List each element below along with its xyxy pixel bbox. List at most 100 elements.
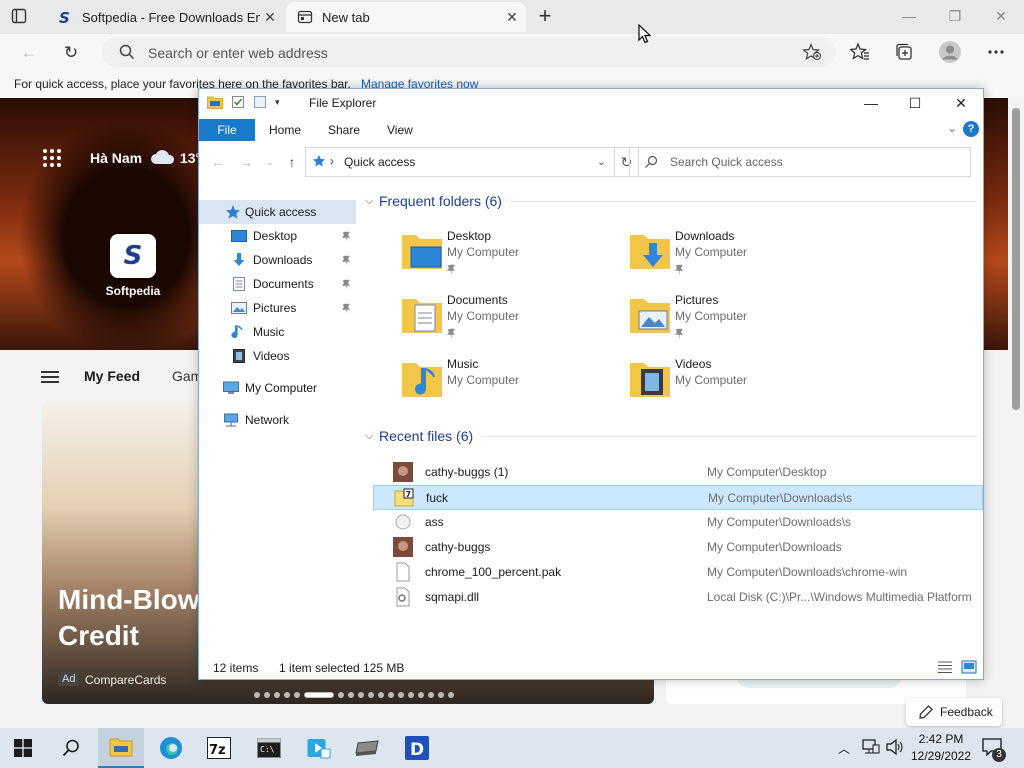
computer-icon xyxy=(223,381,239,394)
network-icon xyxy=(224,413,238,427)
recent-file-row-selected[interactable]: 7 fuck My Computer\Downloads\s xyxy=(373,485,983,510)
folder-tile-videos[interactable]: Videos My Computer xyxy=(629,355,849,411)
weather-widget[interactable]: Hà Nam 13°C xyxy=(90,149,211,166)
close-window-icon[interactable]: ✕ xyxy=(990,6,1012,26)
system-clock[interactable]: 2:42 PM 12/29/2022 xyxy=(908,731,974,765)
apps-grid-icon[interactable] xyxy=(42,148,62,168)
nav-item-network[interactable]: Network xyxy=(199,408,356,432)
carousel-dots[interactable] xyxy=(254,692,454,698)
network-status-icon[interactable] xyxy=(862,739,880,755)
folder-tile-pictures[interactable]: Pictures My Computer xyxy=(629,291,849,347)
svg-text:D: D xyxy=(410,740,424,760)
nav-item-downloads[interactable]: Downloads xyxy=(199,248,356,272)
taskbar-drive[interactable] xyxy=(344,728,390,768)
pin-icon xyxy=(674,327,685,341)
folder-tile-downloads[interactable]: Downloads My Computer xyxy=(629,227,849,283)
recent-file-row[interactable]: sqmapi.dll Local Disk (C:)\Pr...\Windows… xyxy=(373,585,983,610)
ribbon-tab-share[interactable]: Share xyxy=(328,123,360,137)
nav-item-videos[interactable]: Videos xyxy=(199,344,356,368)
properties-icon[interactable] xyxy=(231,95,245,109)
new-tab-button[interactable]: + xyxy=(534,5,556,28)
back-arrow-icon[interactable]: ← xyxy=(209,153,227,171)
back-button[interactable]: ← xyxy=(18,42,40,64)
customize-qat-icon[interactable]: ▾ xyxy=(275,97,280,108)
favorites-button[interactable] xyxy=(848,40,872,64)
recent-file-row[interactable]: chrome_100_percent.pak My Computer\Downl… xyxy=(373,560,983,585)
tab-my-feed[interactable]: My Feed xyxy=(84,368,140,384)
page-scrollbar[interactable] xyxy=(1008,98,1024,728)
taskbar-edge[interactable] xyxy=(148,728,194,768)
recent-files-header[interactable]: ⌵ Recent files (6) xyxy=(365,428,977,444)
omnibox[interactable]: Search or enter web address xyxy=(102,37,836,67)
taskbar-7zip[interactable]: 7z xyxy=(196,728,242,768)
tab-softpedia[interactable]: S Softpedia - Free Downloads Ency ✕ xyxy=(48,2,284,32)
minimize-icon[interactable]: — xyxy=(859,93,883,113)
generic-file-icon xyxy=(395,514,411,530)
up-arrow-icon[interactable]: ↑ xyxy=(283,153,301,171)
hamburger-menu-icon[interactable] xyxy=(41,371,59,383)
taskbar-installer[interactable] xyxy=(296,728,342,768)
taskbar-app-d[interactable]: D xyxy=(394,728,440,768)
address-box[interactable]: › Quick access ⌄ xyxy=(305,147,615,177)
folder-tile-music[interactable]: Music My Computer xyxy=(401,355,621,411)
folder-name: Documents xyxy=(447,293,508,307)
nav-item-pictures[interactable]: Pictures xyxy=(199,296,356,320)
help-icon[interactable]: ? xyxy=(963,121,979,137)
ribbon-tab-file[interactable]: File xyxy=(199,119,255,141)
ribbon-tab-home[interactable]: Home xyxy=(269,123,301,137)
videos-folder-icon xyxy=(630,363,670,397)
explorer-search-box[interactable]: Search Quick access xyxy=(629,147,971,177)
site-tile-softpedia[interactable]: S xyxy=(110,234,156,278)
settings-more-button[interactable] xyxy=(984,40,1008,64)
start-button[interactable] xyxy=(0,728,46,768)
folder-tile-documents[interactable]: Documents My Computer xyxy=(401,291,621,347)
show-hidden-icons-icon[interactable]: ︿ xyxy=(838,740,850,757)
minimize-icon[interactable]: — xyxy=(898,6,920,26)
restore-icon[interactable]: ❐ xyxy=(944,6,966,26)
taskbar-file-explorer[interactable] xyxy=(98,728,144,768)
recent-file-row[interactable]: cathy-buggs My Computer\Downloads xyxy=(373,535,983,560)
nav-item-my-computer[interactable]: My Computer xyxy=(199,376,356,400)
recent-file-row[interactable]: cathy-buggs (1) My Computer\Desktop xyxy=(373,460,983,485)
close-tab-icon[interactable]: ✕ xyxy=(262,9,278,25)
tab-new-tab[interactable]: New tab ✕ xyxy=(286,2,526,32)
avatar-icon xyxy=(939,41,961,63)
add-favorite-icon[interactable] xyxy=(802,43,822,61)
new-folder-icon[interactable] xyxy=(253,95,267,109)
address-dropdown-icon[interactable]: ⌄ xyxy=(597,155,606,168)
collections-button[interactable] xyxy=(892,40,916,64)
profile-button[interactable] xyxy=(938,40,962,64)
nav-item-quick-access[interactable]: Quick access xyxy=(199,200,356,224)
maximize-icon[interactable]: ☐ xyxy=(903,93,927,113)
installer-icon xyxy=(307,739,331,759)
folder-tile-desktop[interactable]: Desktop My Computer xyxy=(401,227,621,283)
folder-name: Desktop xyxy=(447,229,492,243)
volume-icon[interactable] xyxy=(886,739,904,755)
app-d-icon: D xyxy=(405,736,429,760)
large-icons-view-icon[interactable] xyxy=(961,660,977,674)
nav-item-music[interactable]: Music xyxy=(199,320,356,344)
tab-actions-button[interactable] xyxy=(8,6,30,26)
details-view-icon[interactable] xyxy=(937,660,953,674)
recent-file-row[interactable]: ass My Computer\Downloads\s xyxy=(373,510,983,535)
desktop-icon xyxy=(231,230,247,242)
refresh-button[interactable]: ↻ xyxy=(60,42,82,64)
taskbar-search-button[interactable] xyxy=(48,728,94,768)
scrollbar-thumb[interactable] xyxy=(1012,108,1020,410)
feedback-button[interactable]: Feedback xyxy=(906,698,1002,726)
pictures-folder-icon xyxy=(630,299,670,333)
ribbon-tab-view[interactable]: View xyxy=(387,123,413,137)
address-input[interactable]: Search or enter web address xyxy=(148,45,328,61)
site-tile-label[interactable]: Softpedia xyxy=(96,284,170,298)
nav-label: My Computer xyxy=(245,381,318,395)
folder-location: My Computer xyxy=(447,373,520,387)
nav-item-desktop[interactable]: Desktop xyxy=(199,224,356,248)
frequent-folders-header[interactable]: ⌵ Frequent folders (6) xyxy=(365,193,977,209)
nav-item-documents[interactable]: Documents xyxy=(199,272,356,296)
close-tab-icon[interactable]: ✕ xyxy=(504,9,520,25)
recent-locations-icon[interactable]: ⌄ xyxy=(261,153,279,171)
taskbar-terminal[interactable]: C:\ xyxy=(246,728,292,768)
forward-arrow-icon[interactable]: → xyxy=(237,153,255,171)
collapse-ribbon-icon[interactable]: ⌄ xyxy=(947,121,957,135)
close-icon[interactable]: ✕ xyxy=(949,93,973,113)
